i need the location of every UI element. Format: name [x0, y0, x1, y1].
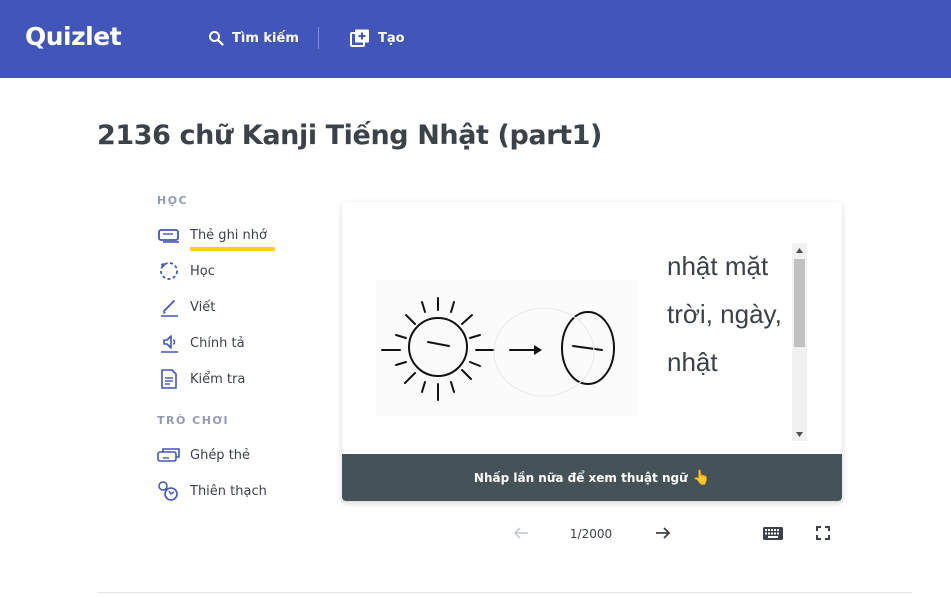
create-button[interactable]: Tạo	[350, 26, 405, 50]
mode-spell[interactable]: Chính tả	[157, 331, 245, 355]
search-icon	[209, 31, 224, 46]
flip-card-hint[interactable]: Nhấp lần nữa để xem thuật ngữ 👆	[342, 454, 842, 501]
content-divider	[97, 592, 912, 593]
mode-label: Học	[190, 263, 215, 279]
page-title: 2136 chữ Kanji Tiếng Nhật (part1)	[97, 120, 602, 151]
keyboard-icon	[763, 526, 783, 540]
scrollbar-thumb[interactable]	[794, 259, 805, 347]
keyboard-shortcuts-button[interactable]	[762, 524, 784, 542]
mode-label: Chính tả	[190, 335, 245, 351]
learn-icon	[157, 259, 181, 283]
mode-write[interactable]: Viết	[157, 295, 215, 319]
mode-label: Viết	[190, 299, 216, 315]
pointing-hand-icon: 👆	[692, 469, 711, 486]
mode-learn[interactable]: Học	[157, 259, 215, 283]
mode-label: Thẻ ghi nhớ	[190, 227, 275, 251]
previous-card-button[interactable]	[510, 523, 532, 543]
arrow-left-icon	[513, 527, 528, 539]
flashcard-definition: nhật mặt trời, ngày, nhật	[667, 251, 782, 377]
scroll-down-arrow[interactable]	[792, 427, 807, 441]
write-icon	[157, 295, 181, 319]
fullscreen-icon	[816, 526, 830, 540]
flip-hint-text: Nhấp lần nữa để xem thuật ngữ	[473, 470, 688, 485]
study-section-heading: HỌC	[157, 194, 189, 207]
games-section-heading: TRÒ CHƠI	[157, 414, 230, 427]
search-label: Tìm kiếm	[232, 30, 299, 46]
mode-label: Ghép thẻ	[190, 447, 251, 463]
match-icon	[157, 443, 181, 467]
mode-gravity[interactable]: Thiên thạch	[157, 479, 267, 503]
mode-flashcards[interactable]: Thẻ ghi nhớ	[157, 223, 275, 251]
card-counter: 1/2000	[569, 527, 613, 541]
mode-label: Thiên thạch	[190, 483, 267, 499]
top-navigation-bar: Quizlet Tìm kiếm Tạo	[0, 0, 951, 78]
quizlet-logo[interactable]: Quizlet	[25, 22, 122, 51]
definition-scrollbar[interactable]	[792, 243, 807, 441]
create-label: Tạo	[378, 30, 405, 46]
arrow-right-icon	[656, 527, 671, 539]
sun-to-kanji-illustration	[376, 280, 638, 416]
mode-match[interactable]: Ghép thẻ	[157, 443, 250, 467]
nav-divider	[318, 27, 319, 49]
gravity-icon	[157, 479, 181, 503]
next-card-button[interactable]	[652, 523, 674, 543]
mode-label: Kiểm tra	[190, 371, 246, 387]
fullscreen-button[interactable]	[813, 523, 833, 543]
flashcard[interactable]: nhật mặt trời, ngày, nhật Nhấp lần nữa đ…	[342, 202, 842, 501]
flashcards-icon	[157, 223, 181, 247]
test-icon	[157, 367, 181, 391]
search-button[interactable]: Tìm kiếm	[208, 26, 299, 50]
spell-icon	[157, 331, 181, 355]
mode-test[interactable]: Kiểm tra	[157, 367, 245, 391]
scroll-up-arrow[interactable]	[792, 243, 807, 257]
add-set-icon	[350, 29, 369, 47]
